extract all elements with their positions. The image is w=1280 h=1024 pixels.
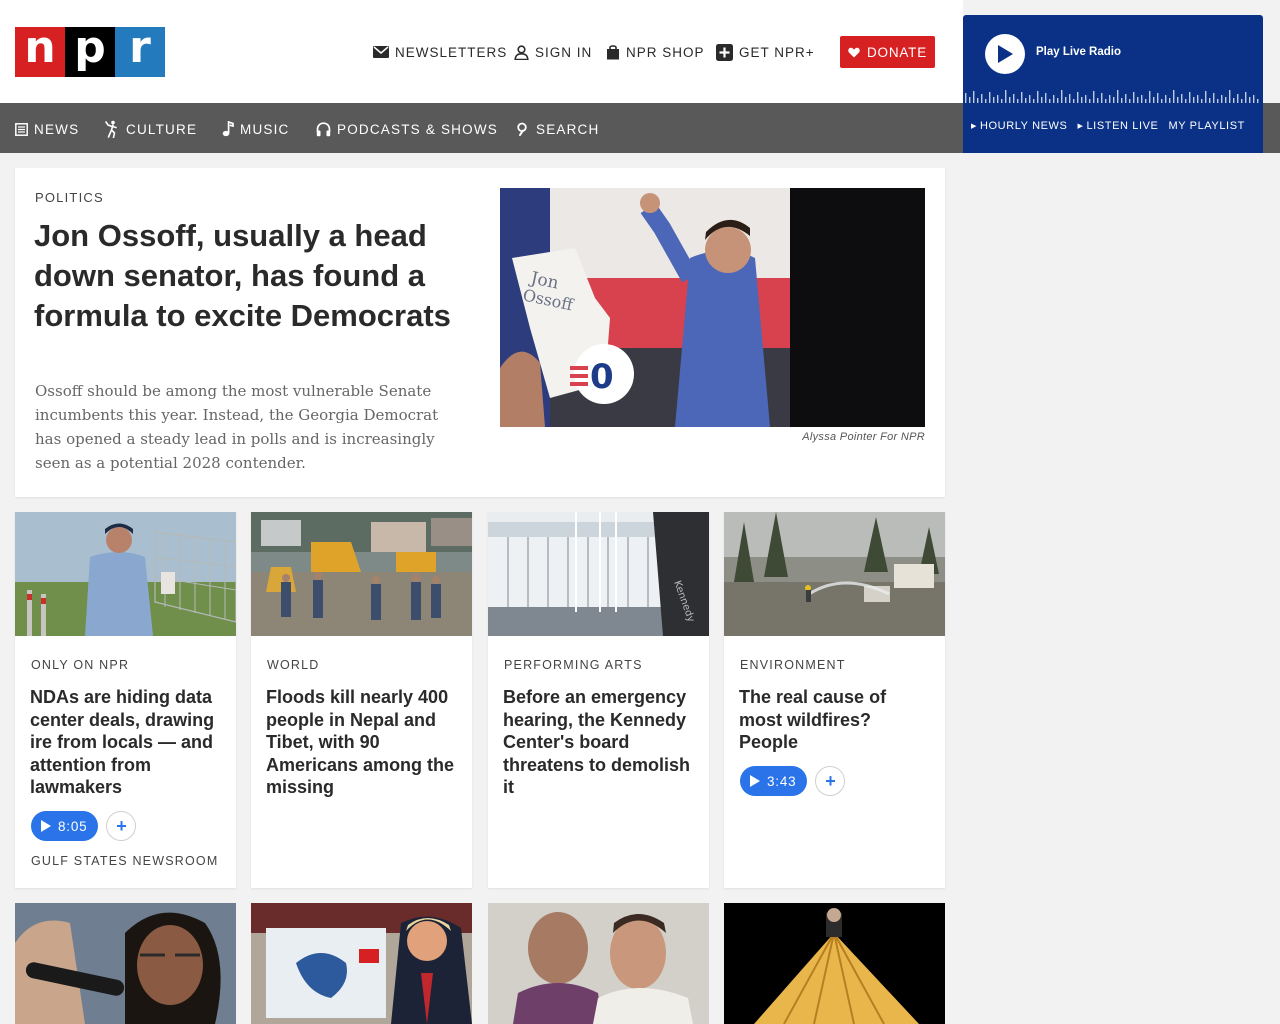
- story-slug[interactable]: ONLY ON NPR: [31, 658, 129, 672]
- story-slug[interactable]: WORLD: [267, 658, 320, 672]
- culture-icon: [105, 120, 117, 138]
- npr-shop-link[interactable]: NPR SHOP: [606, 40, 705, 64]
- nav-item-news[interactable]: NEWS: [15, 120, 79, 138]
- plus-square-icon: [716, 43, 733, 61]
- triangle-right-icon: ▶: [1077, 123, 1084, 130]
- story-card-image[interactable]: [724, 903, 945, 1024]
- radio-links: ▶ HOURLY NEWS ▶ LISTEN LIVE MY PLAYLIST: [971, 120, 1245, 132]
- listen-live-link[interactable]: ▶ LISTEN LIVE: [1077, 120, 1158, 132]
- svg-text:0: 0: [590, 357, 614, 397]
- story-image[interactable]: [251, 512, 472, 636]
- newsletters-link[interactable]: NEWSLETTERS: [373, 40, 507, 64]
- story-title[interactable]: Before an emergency hearing, the Kennedy…: [503, 686, 698, 799]
- play-live-radio-button[interactable]: [985, 34, 1025, 74]
- newspaper-icon: [15, 122, 28, 136]
- story-card-image[interactable]: [15, 903, 236, 1024]
- hero-slug[interactable]: POLITICS: [35, 190, 104, 205]
- story-card-image[interactable]: [488, 903, 709, 1024]
- story-card: ONLY ON NPR NDAs are hiding data center …: [15, 512, 236, 888]
- audio-duration: 3:43: [767, 773, 797, 789]
- nav-music-label: MUSIC: [240, 121, 290, 137]
- story-image[interactable]: [724, 512, 945, 636]
- search-icon: [517, 122, 527, 136]
- site-header: n p r NEWSLETTERS SIGN IN NPR SHOP GET N…: [0, 0, 963, 103]
- sign-in-label: SIGN IN: [535, 44, 593, 60]
- story-title[interactable]: The real cause of most wildfires? People: [739, 686, 934, 754]
- play-icon: [750, 775, 760, 787]
- nav-search-label: SEARCH: [536, 121, 600, 137]
- nav-item-podcasts[interactable]: PODCASTS & SHOWS: [316, 120, 498, 138]
- story-slug[interactable]: ENVIRONMENT: [740, 658, 846, 672]
- nav-news-label: NEWS: [34, 121, 80, 137]
- nav-item-culture[interactable]: CULTURE: [104, 120, 197, 138]
- nav-item-search[interactable]: SEARCH: [516, 120, 599, 138]
- add-to-playlist-button[interactable]: +: [815, 766, 846, 796]
- logo-letter-r: r: [115, 26, 165, 77]
- story-slug[interactable]: PERFORMING ARTS: [504, 658, 643, 672]
- nav-culture-label: CULTURE: [126, 121, 198, 137]
- envelope-icon: [373, 46, 389, 58]
- logo-letter-n: n: [15, 26, 65, 77]
- nav-podcasts-label: PODCASTS & SHOWS: [337, 121, 498, 137]
- audio-controls: 3:43 +: [740, 766, 846, 796]
- story-title[interactable]: NDAs are hiding data center deals, drawi…: [30, 686, 225, 799]
- play-live-radio-label: Play Live Radio: [1036, 46, 1122, 58]
- user-icon: [514, 44, 529, 60]
- hero-teaser: Ossoff should be among the most vulnerab…: [35, 382, 439, 472]
- sign-in-link[interactable]: SIGN IN: [514, 40, 592, 64]
- audio-duration: 8:05: [58, 818, 88, 834]
- audio-controls: 8:05 +: [31, 811, 137, 841]
- story-source[interactable]: GULF STATES NEWSROOM: [31, 854, 218, 868]
- live-radio-panel: Play Live Radio ▶ HOURLY NEWS ▶ LISTEN LIV…: [963, 15, 1263, 153]
- play-icon: [41, 820, 51, 832]
- donate-label: DONATE: [866, 44, 928, 60]
- headphones-icon: [316, 121, 331, 136]
- story-card: Kennedy PERFORMING ARTS Before an emerge…: [488, 512, 709, 888]
- shopping-bag-icon: [607, 45, 619, 60]
- donate-button[interactable]: DONATE: [840, 36, 935, 68]
- audio-waveform: [965, 90, 1259, 103]
- hourly-news-link[interactable]: ▶ HOURLY NEWS: [971, 120, 1067, 132]
- story-card-image[interactable]: [251, 903, 472, 1024]
- music-note-icon: [222, 121, 234, 137]
- story-image[interactable]: [15, 512, 236, 636]
- newsletters-label: NEWSLETTERS: [395, 44, 508, 60]
- play-audio-button[interactable]: 3:43: [740, 766, 808, 796]
- npr-shop-label: NPR SHOP: [626, 44, 705, 60]
- play-icon: [998, 45, 1013, 63]
- hero-title[interactable]: Jon Ossoff, usually a head down senator,…: [34, 216, 464, 336]
- listen-live-label: LISTEN LIVE: [1086, 120, 1159, 132]
- get-npr-plus-label: GET NPR+: [739, 44, 815, 60]
- logo-letter-p: p: [65, 26, 115, 77]
- add-to-playlist-button[interactable]: +: [106, 811, 137, 841]
- plus-icon: +: [116, 815, 127, 836]
- heart-icon: [848, 47, 860, 57]
- my-playlist-link[interactable]: MY PLAYLIST: [1168, 120, 1245, 132]
- hourly-news-label: HOURLY NEWS: [979, 120, 1068, 132]
- hero-story: POLITICS Jon Ossoff, usually a head down…: [15, 168, 945, 497]
- npr-logo[interactable]: n p r: [15, 26, 165, 77]
- story-card: ENVIRONMENT The real cause of most wildf…: [724, 512, 945, 888]
- get-npr-plus-link[interactable]: GET NPR+: [716, 40, 815, 64]
- triangle-right-icon: ▶: [971, 123, 977, 130]
- story-image[interactable]: Kennedy: [488, 512, 709, 636]
- plus-icon: +: [825, 770, 836, 791]
- story-card: WORLD Floods kill nearly 400 people in N…: [251, 512, 472, 888]
- nav-item-music[interactable]: MUSIC: [222, 120, 290, 138]
- hero-image[interactable]: Jon Ossoff 0: [500, 188, 925, 427]
- story-title[interactable]: Floods kill nearly 400 people in Nepal a…: [266, 686, 461, 799]
- hero-photo-credit: Alyssa Pointer For NPR: [802, 431, 925, 443]
- play-audio-button[interactable]: 8:05: [31, 811, 99, 841]
